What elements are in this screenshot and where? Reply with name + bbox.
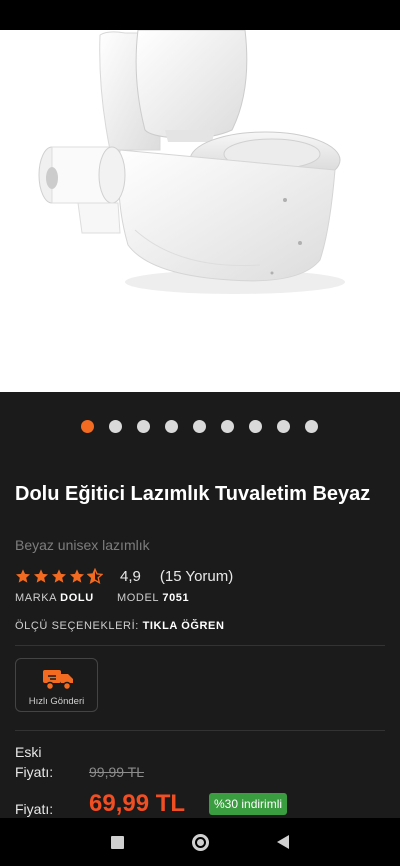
recents-icon[interactable] [111,836,124,849]
old-price-label: Eski Fiyatı: [15,744,54,780]
gallery-dot[interactable] [249,420,262,433]
gallery-dot[interactable] [193,420,206,433]
brand-info[interactable]: MARKA DOLU [15,592,94,604]
discount-badge: %30 indirimli [209,793,288,815]
size-guide-link[interactable]: TIKLA ÖĞREN [143,620,225,632]
gallery-dot[interactable] [221,420,234,433]
product-subtitle: Beyaz unisex lazımlık [15,537,150,553]
rating-stars [15,568,103,584]
gallery-dot[interactable] [277,420,290,433]
star-full-icon [70,569,84,583]
brand-value: DOLU [60,592,94,604]
star-full-icon [52,569,66,583]
truck-icon [43,670,73,691]
fast-shipping-label: Hızlı Gönderi [28,696,85,707]
size-options-label: ÖLÇÜ SEÇENEKLERİ: [15,620,139,632]
model-value: 7051 [162,592,190,604]
divider [15,645,385,646]
price-label: Fiyatı: [15,801,54,817]
brand-label: MARKA [15,592,57,604]
product-image[interactable] [0,30,400,392]
star-full-icon [16,569,30,583]
model-label: MODEL [117,592,159,604]
current-price: 69,99 TL [89,790,186,817]
size-options-row[interactable]: ÖLÇÜ SEÇENEKLERİ: TIKLA ÖĞREN [15,620,225,632]
rating-row[interactable]: 4,9 (15 Yorum) [15,566,233,586]
fast-shipping-card[interactable]: Hızlı Gönderi [15,658,98,712]
gallery-dots[interactable] [0,420,400,434]
review-count-link[interactable]: (15 Yorum) [160,568,233,585]
gallery-dot[interactable] [165,420,178,433]
gallery-dot[interactable] [137,420,150,433]
model-info: MODEL 7051 [117,592,189,604]
divider [15,730,385,731]
gallery-dot[interactable] [81,420,94,433]
product-title: Dolu Eğitici Lazımlık Tuvaletim Beyaz [15,483,371,505]
home-icon[interactable] [192,834,209,851]
back-icon[interactable] [276,834,290,850]
star-half-icon [87,568,103,584]
brand-model-row: MARKA DOLU MODEL 7051 [15,592,189,604]
status-bar [0,0,400,30]
rating-value: 4,9 [120,567,141,585]
old-price: 99,99 TL [89,764,145,780]
system-nav-bar [0,818,400,866]
gallery-dot[interactable] [109,420,122,433]
star-full-icon [34,569,48,583]
gallery-dot[interactable] [305,420,318,433]
